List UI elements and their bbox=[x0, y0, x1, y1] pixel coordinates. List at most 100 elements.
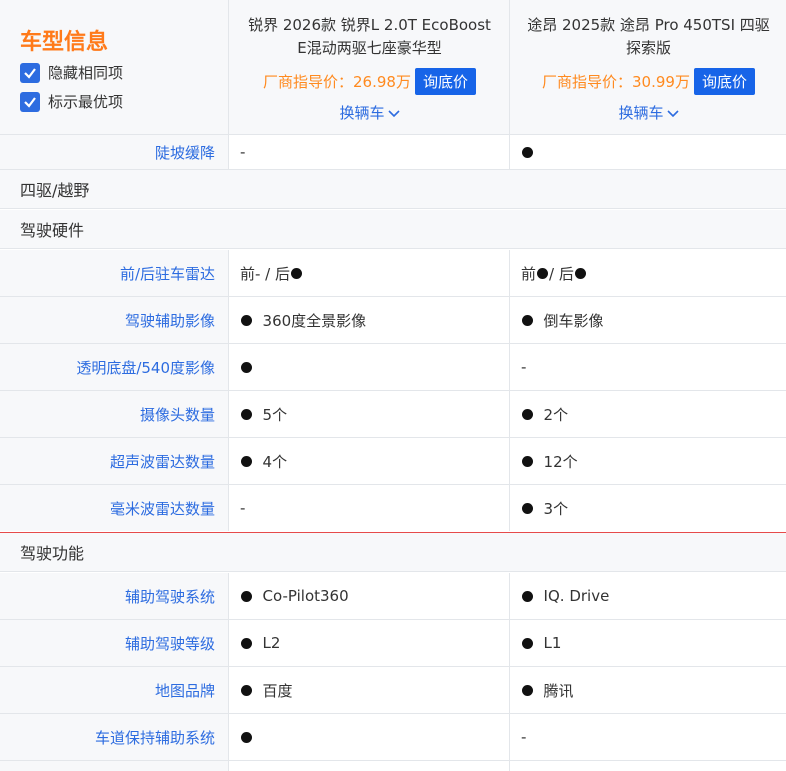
spec-value-text: L2 bbox=[262, 634, 281, 652]
ask-price-button[interactable]: 询底价 bbox=[414, 68, 476, 95]
change-car-label: 换辆车 bbox=[339, 104, 385, 122]
standard-dot-icon bbox=[241, 637, 252, 649]
spec-value-car1: 百度 bbox=[228, 667, 510, 713]
section-title: 车型信息 bbox=[20, 30, 109, 55]
standard-dot-icon bbox=[522, 314, 533, 326]
spec-value-car2: 3个 bbox=[509, 485, 786, 531]
spec-value-text: 前 bbox=[521, 264, 537, 283]
spec-value-text: L1 bbox=[543, 634, 562, 652]
spec-value-text: - bbox=[240, 499, 246, 517]
spec-row: 车道保持辅助系统 - bbox=[0, 714, 786, 761]
spec-row: 前/后驻车雷达 前- / 后 前 / 后 bbox=[0, 250, 786, 297]
spec-label[interactable]: 透明底盘/540度影像 bbox=[0, 344, 228, 390]
standard-dot-icon bbox=[291, 267, 303, 279]
standard-dot-icon bbox=[522, 146, 533, 158]
spec-value-car2: - bbox=[509, 344, 786, 390]
hide-same-label: 隐藏相同项 bbox=[48, 64, 124, 82]
spec-label[interactable]: 摄像头数量 bbox=[0, 391, 228, 437]
standard-dot-icon bbox=[241, 590, 252, 602]
spec-label[interactable]: 超声波雷达数量 bbox=[0, 438, 228, 484]
spec-row: 辅助驾驶等级 L2 L1 bbox=[0, 620, 786, 667]
spec-label bbox=[0, 761, 228, 771]
spec-value-car2 bbox=[509, 761, 786, 771]
spec-value-car2: L1 bbox=[509, 620, 786, 666]
car-column-1: 锐界 2026款 锐界L 2.0T EcoBoost E混动两驱七座豪华型 厂商… bbox=[228, 0, 510, 134]
spec-value-text: / 后 bbox=[549, 264, 574, 283]
spec-value-text: 5个 bbox=[262, 405, 288, 424]
price-row: 厂商指导价：30.99万 询底价 bbox=[510, 68, 786, 95]
spec-row: 摄像头数量 5个 2个 bbox=[0, 391, 786, 438]
spec-label[interactable]: 辅助驾驶等级 bbox=[0, 620, 228, 666]
change-car-button[interactable]: 换辆车 bbox=[229, 102, 510, 123]
spec-label[interactable]: 地图品牌 bbox=[0, 667, 228, 713]
car-column-2: 途昂 2025款 途昂 Pro 450TSI 四驱探索版 厂商指导价：30.99… bbox=[509, 0, 786, 134]
standard-dot-icon bbox=[522, 684, 533, 696]
guide-price: 厂商指导价：30.99万 bbox=[542, 73, 690, 91]
standard-dot-icon bbox=[574, 267, 586, 279]
price-row: 厂商指导价：26.98万 询底价 bbox=[229, 68, 510, 95]
spec-value-car2: 倒车影像 bbox=[509, 297, 786, 343]
spec-value-text: 百度 bbox=[262, 681, 293, 700]
spec-value-text: 4个 bbox=[262, 452, 288, 471]
standard-dot-icon bbox=[522, 455, 533, 467]
guide-price: 厂商指导价：26.98万 bbox=[263, 73, 411, 91]
hide-same-option[interactable]: 隐藏相同项 bbox=[20, 62, 123, 83]
spec-value-car2 bbox=[509, 135, 786, 169]
spec-value-car2: IQ. Drive bbox=[509, 573, 786, 619]
spec-value-car1: Co-Pilot360 bbox=[228, 573, 510, 619]
checkbox-checked-icon[interactable] bbox=[20, 62, 40, 83]
spec-value-car1: L2 bbox=[228, 620, 510, 666]
spec-value-car2: - bbox=[509, 714, 786, 760]
section-title-text: 驾驶功能 bbox=[20, 544, 85, 563]
section-title-text: 驾驶硬件 bbox=[20, 221, 85, 240]
standard-dot-icon bbox=[537, 267, 549, 279]
standard-dot-icon bbox=[241, 408, 252, 420]
spec-value-text: - bbox=[521, 358, 527, 376]
checkbox-checked-icon[interactable] bbox=[20, 91, 40, 112]
spec-value-car2: 2个 bbox=[509, 391, 786, 437]
spec-row: 透明底盘/540度影像 - bbox=[0, 344, 786, 391]
section-header-functions: 驾驶功能 bbox=[0, 533, 786, 572]
spec-value-car1: 前- / 后 bbox=[228, 250, 510, 296]
spec-value-text: - bbox=[521, 728, 527, 746]
spec-label[interactable]: 辅助驾驶系统 bbox=[0, 573, 228, 619]
mark-best-label: 标示最优项 bbox=[48, 93, 124, 111]
spec-value-text: 3个 bbox=[543, 499, 569, 518]
spec-row: 陡坡缓降 - bbox=[0, 135, 786, 170]
spec-value-car1: 360度全景影像 bbox=[228, 297, 510, 343]
spec-value-text: Co-Pilot360 bbox=[262, 587, 349, 605]
ask-price-button[interactable]: 询底价 bbox=[693, 68, 755, 95]
spec-row: 地图品牌 百度 腾讯 bbox=[0, 667, 786, 714]
mark-best-option[interactable]: 标示最优项 bbox=[20, 91, 123, 112]
spec-row: 超声波雷达数量 4个 12个 bbox=[0, 438, 786, 485]
spec-label[interactable]: 毫米波雷达数量 bbox=[0, 485, 228, 531]
spec-value-car1 bbox=[228, 761, 510, 771]
car-name[interactable]: 锐界 2026款 锐界L 2.0T EcoBoost E混动两驱七座豪华型 bbox=[243, 14, 496, 60]
spec-row: 辅助驾驶系统 Co-Pilot360 IQ. Drive bbox=[0, 573, 786, 620]
spec-value-car1 bbox=[228, 714, 510, 760]
change-car-button[interactable]: 换辆车 bbox=[510, 102, 786, 123]
spec-label[interactable]: 前/后驻车雷达 bbox=[0, 250, 228, 296]
standard-dot-icon bbox=[241, 361, 252, 373]
spec-label[interactable]: 车道保持辅助系统 bbox=[0, 714, 228, 760]
chevron-down-icon bbox=[387, 109, 400, 117]
car-name[interactable]: 途昂 2025款 途昂 Pro 450TSI 四驱探索版 bbox=[524, 14, 773, 60]
header-left-panel: 车型信息 隐藏相同项 标示最优项 bbox=[0, 0, 228, 134]
spec-value-text: - bbox=[240, 143, 246, 161]
compare-header: 车型信息 隐藏相同项 标示最优项 锐界 2026款 锐界L 2.0T EcoBo… bbox=[0, 0, 786, 135]
spec-value-car1: 4个 bbox=[228, 438, 510, 484]
spec-label[interactable]: 驾驶辅助影像 bbox=[0, 297, 228, 343]
section-header-hardware: 驾驶硬件 bbox=[0, 210, 786, 249]
spec-value-car2: 12个 bbox=[509, 438, 786, 484]
spec-row: 毫米波雷达数量 - 3个 bbox=[0, 485, 786, 531]
chevron-down-icon bbox=[666, 109, 679, 117]
section-header-4wd: 四驱/越野 bbox=[0, 170, 786, 209]
standard-dot-icon bbox=[241, 314, 252, 326]
standard-dot-icon bbox=[241, 731, 252, 743]
spec-label: 陡坡缓降 bbox=[0, 135, 228, 169]
spec-value-text: 2个 bbox=[543, 405, 569, 424]
standard-dot-icon bbox=[522, 637, 533, 649]
spec-value-text: 360度全景影像 bbox=[262, 311, 367, 330]
standard-dot-icon bbox=[522, 408, 533, 420]
spec-value-text: 前- / 后 bbox=[240, 264, 291, 283]
